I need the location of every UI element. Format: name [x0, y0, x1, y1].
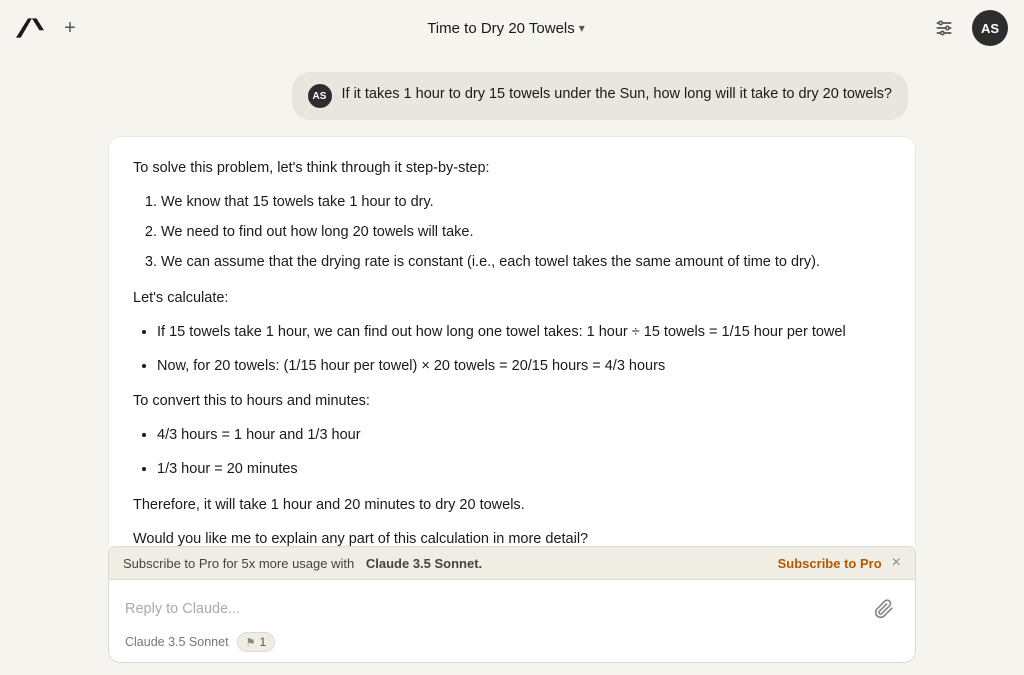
calculate-bullets: If 15 towels take 1 hour, we can find ou…: [157, 321, 891, 379]
user-avatar-small: AS: [308, 84, 332, 108]
calculate-bullet-1: If 15 towels take 1 hour, we can find ou…: [157, 321, 891, 345]
user-message-text: If it takes 1 hour to dry 15 towels unde…: [342, 84, 893, 106]
assistant-response: To solve this problem, let's think throu…: [108, 136, 916, 546]
main-content: AS If it takes 1 hour to dry 15 towels u…: [0, 56, 1024, 546]
assistant-steps-list: We know that 15 towels take 1 hour to dr…: [161, 191, 891, 275]
subscribe-right: Subscribe to Pro ×: [778, 555, 901, 571]
user-message-row: AS If it takes 1 hour to dry 15 towels u…: [108, 72, 916, 120]
model-badge[interactable]: ⚑ 1: [237, 632, 276, 652]
input-box: Reply to Claude... Claude 3.5 Sonnet ⚑ 1: [108, 579, 916, 663]
follow-up-text: Would you like me to explain any part of…: [133, 528, 891, 546]
assistant-step-1: We know that 15 towels take 1 hour to dr…: [161, 191, 891, 215]
user-message-bubble: AS If it takes 1 hour to dry 15 towels u…: [292, 72, 909, 120]
badge-icon: ⚑: [246, 636, 256, 649]
subscribe-left: Subscribe to Pro for 5x more usage with …: [123, 556, 482, 571]
subscribe-inner: Subscribe to Pro for 5x more usage with …: [108, 546, 916, 579]
assistant-step-3: We can assume that the drying rate is co…: [161, 251, 891, 275]
sliders-icon: [934, 18, 954, 38]
settings-button[interactable]: [928, 12, 960, 44]
conversation-title-dropdown[interactable]: Time to Dry 20 Towels ▾: [427, 20, 585, 37]
convert-label: To convert this to hours and minutes:: [133, 390, 891, 414]
header-right: AS: [928, 10, 1008, 46]
anthropic-logo: [16, 14, 44, 42]
calculate-label: Let's calculate:: [133, 287, 891, 311]
paperclip-icon: [874, 599, 894, 619]
subscribe-banner: Subscribe to Pro for 5x more usage with …: [92, 546, 932, 579]
bottom-area: Subscribe to Pro for 5x more usage with …: [0, 546, 1024, 675]
assistant-intro: To solve this problem, let's think throu…: [133, 157, 891, 181]
input-area: Reply to Claude... Claude 3.5 Sonnet ⚑ 1: [92, 579, 932, 675]
convert-bullet-1: 4/3 hours = 1 hour and 1/3 hour: [157, 424, 891, 448]
user-avatar[interactable]: AS: [972, 10, 1008, 46]
conclusion-text: Therefore, it will take 1 hour and 20 mi…: [133, 494, 891, 518]
subscribe-text: Subscribe to Pro for 5x more usage with: [123, 556, 354, 571]
content-wrapper: AS If it takes 1 hour to dry 15 towels u…: [92, 72, 932, 546]
convert-bullet-2: 1/3 hour = 20 minutes: [157, 458, 891, 482]
subscribe-bold: Claude 3.5 Sonnet.: [366, 556, 482, 571]
convert-bullets: 4/3 hours = 1 hour and 1/3 hour 1/3 hour…: [157, 424, 891, 482]
new-chat-button[interactable]: +: [56, 14, 84, 42]
input-field-row: Reply to Claude...: [125, 594, 899, 624]
attach-button[interactable]: [869, 594, 899, 624]
header: + Time to Dry 20 Towels ▾ AS: [0, 0, 1024, 56]
conversation-title: Time to Dry 20 Towels: [427, 20, 575, 37]
badge-count: 1: [259, 635, 266, 649]
assistant-step-2: We need to find out how long 20 towels w…: [161, 221, 891, 245]
calculate-bullet-2: Now, for 20 towels: (1/15 hour per towel…: [157, 355, 891, 379]
model-label: Claude 3.5 Sonnet: [125, 635, 229, 649]
chevron-down-icon: ▾: [579, 21, 585, 35]
reply-input[interactable]: Reply to Claude...: [125, 601, 869, 617]
close-banner-button[interactable]: ×: [892, 555, 901, 571]
header-left: +: [16, 14, 84, 42]
subscribe-to-pro-button[interactable]: Subscribe to Pro: [778, 556, 882, 571]
input-footer: Claude 3.5 Sonnet ⚑ 1: [125, 632, 899, 652]
